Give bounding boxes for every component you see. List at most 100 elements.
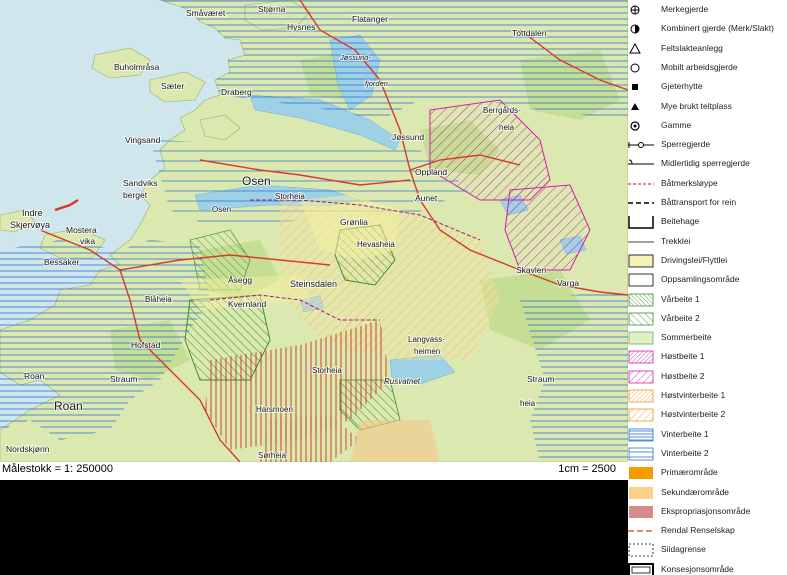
place-label: Storheia xyxy=(275,192,305,201)
place-label: fjorden xyxy=(365,79,388,88)
place-label: Skjervøya xyxy=(10,220,50,230)
legend-item: Båttransport for rein xyxy=(628,195,787,211)
box-double-icon xyxy=(628,562,654,575)
legend-label: Gjeterhytte xyxy=(661,81,703,92)
place-label: Flatanger xyxy=(352,14,388,24)
hatch-green-dense-icon xyxy=(628,292,654,308)
legend-label: Vårbeite 2 xyxy=(661,312,700,323)
place-label: Berrgårds- xyxy=(483,106,521,115)
scale-ratio: Målestokk = 1: 250000 xyxy=(2,463,113,475)
legend-item: Høstbeite 2 xyxy=(628,369,787,385)
legend-label: Vinterbeite 1 xyxy=(661,428,709,439)
legend-label: Høstbeite 1 xyxy=(661,351,705,362)
dash-brown-icon xyxy=(628,176,654,192)
place-label: Rusvatnet xyxy=(384,377,421,386)
legend-item: Vinterbeite 1 xyxy=(628,427,787,443)
legend-label: Merkegjerde xyxy=(661,4,709,14)
legend-panel: Merkegjerde Kombinert gjerde (Merk/Slakt)… xyxy=(628,0,787,575)
place-label: Osen xyxy=(212,205,231,214)
place-label: Jøssund xyxy=(392,132,424,142)
line-thin-icon xyxy=(628,234,654,250)
place-label: Nordskjørin xyxy=(6,444,50,454)
hatch-green-sparse-icon xyxy=(628,311,654,327)
place-label: Straum xyxy=(110,374,137,384)
legend-label: Høstbeite 2 xyxy=(661,370,705,381)
legend-item: Trekklei xyxy=(628,234,787,250)
triangle-black-icon xyxy=(628,99,654,115)
legend-label: Høstvinterbeite 2 xyxy=(661,409,726,420)
legend-label: Trekklei xyxy=(661,235,691,246)
hatch-pink-dense-icon xyxy=(628,349,654,365)
legend-item: Drivingslei/Flyttlei xyxy=(628,253,787,269)
place-label: Roan xyxy=(54,399,83,413)
legend-item: Vårbeite 1 xyxy=(628,292,787,308)
legend-label: Feltslakteanlegg xyxy=(661,42,723,53)
place-label: vika xyxy=(80,236,95,246)
legend-label: Sperregjerde xyxy=(661,139,711,150)
legend-item: Kombinert gjerde (Merk/Slakt) xyxy=(628,21,787,37)
circle-cross-icon xyxy=(628,2,654,18)
scale-unit: 1cm = 2500 xyxy=(558,463,616,475)
half-circle-icon xyxy=(628,21,654,37)
legend-item: Oppsamlingsområde xyxy=(628,272,787,288)
place-label: heia xyxy=(499,123,515,132)
legend-item: Beitehage xyxy=(628,214,787,230)
legend-label: Beitehage xyxy=(661,216,700,227)
legend-label: Vårbeite 1 xyxy=(661,293,700,304)
place-label: Mostera xyxy=(66,225,97,235)
place-label: Sæter xyxy=(161,81,184,91)
place-label: Straum xyxy=(527,374,554,384)
place-label: Småværet xyxy=(186,8,226,18)
hz-blue-dense-icon xyxy=(628,427,654,443)
legend-item: Sekundærområde xyxy=(628,485,787,501)
legend-label: Drivingslei/Flyttlei xyxy=(661,254,728,265)
box-open-icon xyxy=(628,272,654,288)
hatch-pink-sparse-icon xyxy=(628,369,654,385)
place-label: Blåheia xyxy=(145,295,172,304)
place-label: Stjørna xyxy=(258,4,286,14)
legend-item: Rendal Renselskap xyxy=(628,523,787,539)
legend-item: Vårbeite 2 xyxy=(628,311,787,327)
legend-label: Båtmerksløype xyxy=(661,177,718,188)
box-dotted-icon xyxy=(628,542,654,558)
legend-label: Båttransport for rein xyxy=(661,197,737,207)
legend-item: Gamme xyxy=(628,118,787,134)
legend-item: Høstvinterbeite 1 xyxy=(628,388,787,404)
legend-item: Mobilt arbeidsgjerde xyxy=(628,60,787,76)
box-peach-icon xyxy=(628,485,654,501)
place-label: Hofstad xyxy=(131,340,161,350)
place-label: Hysnes xyxy=(287,22,315,32)
place-label: Sandviks xyxy=(123,178,158,188)
legend-item: Høstbeite 1 xyxy=(628,349,787,365)
legend-item: Båtmerksløype xyxy=(628,176,787,192)
dash-red-icon xyxy=(628,523,654,539)
legend-label: Vinterbeite 2 xyxy=(661,447,709,458)
line-temp-icon xyxy=(628,156,654,172)
legend-label: Ekspropriasjonsområde xyxy=(661,505,751,516)
legend-label: Sekundærområde xyxy=(661,486,730,497)
legend-label: Kombinert gjerde (Merk/Slakt) xyxy=(661,23,774,34)
place-label: Oppland xyxy=(415,167,447,177)
place-label: Kvernland xyxy=(228,299,267,309)
place-label: Roan xyxy=(24,371,45,381)
place-label: heia xyxy=(520,399,536,408)
place-label: Jøssund- xyxy=(339,53,371,62)
box-lightgreen-icon xyxy=(628,330,654,346)
legend-label: Oppsamlingsområde xyxy=(661,274,740,285)
legend-item: Høstvinterbeite 2 xyxy=(628,407,787,423)
legend-item: Feltslakteanlegg xyxy=(628,41,787,57)
place-label: Skavlen xyxy=(516,265,547,275)
place-label: Hevasheia xyxy=(357,240,395,249)
place-label: Sørheia xyxy=(258,451,287,460)
legend-label: Midlertidig sperregjerde xyxy=(661,158,750,169)
dash-black-icon xyxy=(628,195,654,211)
bracket-icon xyxy=(628,214,654,230)
legend-label: Rendal Renselskap xyxy=(661,525,735,536)
legend-item: Sperregjerde xyxy=(628,137,787,153)
legend-label: Sommerbeite xyxy=(661,332,712,343)
box-yellow-icon xyxy=(628,253,654,269)
legend-item: Midlertidig sperregjerde xyxy=(628,156,787,172)
legend-label: Gamme xyxy=(661,119,692,130)
place-label: Steinsdalen xyxy=(290,279,337,289)
map-view[interactable]: Småværet Stjørna Hysnes Flatanger Tottdalen B… xyxy=(0,0,628,462)
